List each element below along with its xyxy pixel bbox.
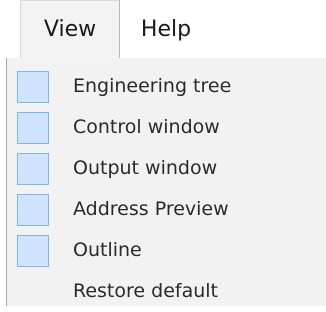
menu-item-control-window[interactable]: Control window (7, 107, 326, 148)
menu-item-label: Address Preview (73, 198, 229, 220)
checked-indicator-icon (17, 112, 49, 144)
checked-indicator-icon (17, 194, 49, 226)
menu-help[interactable]: Help (120, 0, 212, 58)
checked-indicator-icon (17, 71, 49, 103)
menu-view-label: View (43, 17, 97, 42)
menu-item-output-window[interactable]: Output window (7, 148, 326, 189)
menu-item-label: Control window (73, 116, 220, 138)
checked-indicator-icon (17, 153, 49, 185)
menu-item-label: Engineering tree (73, 75, 232, 97)
checked-indicator-icon (17, 235, 49, 267)
menu-item-engineering-tree[interactable]: Engineering tree (7, 66, 326, 107)
menu-item-outline[interactable]: Outline (7, 230, 326, 271)
menu-view[interactable]: View (20, 0, 120, 58)
menu-item-address-preview[interactable]: Address Preview (7, 189, 326, 230)
menu-item-label: Output window (73, 157, 218, 179)
view-dropdown-menu: Engineering tree Control window Output w… (6, 58, 326, 306)
menu-help-label: Help (140, 16, 192, 42)
menu-item-label: Outline (73, 239, 142, 261)
menu-bar: View Help (0, 0, 326, 58)
